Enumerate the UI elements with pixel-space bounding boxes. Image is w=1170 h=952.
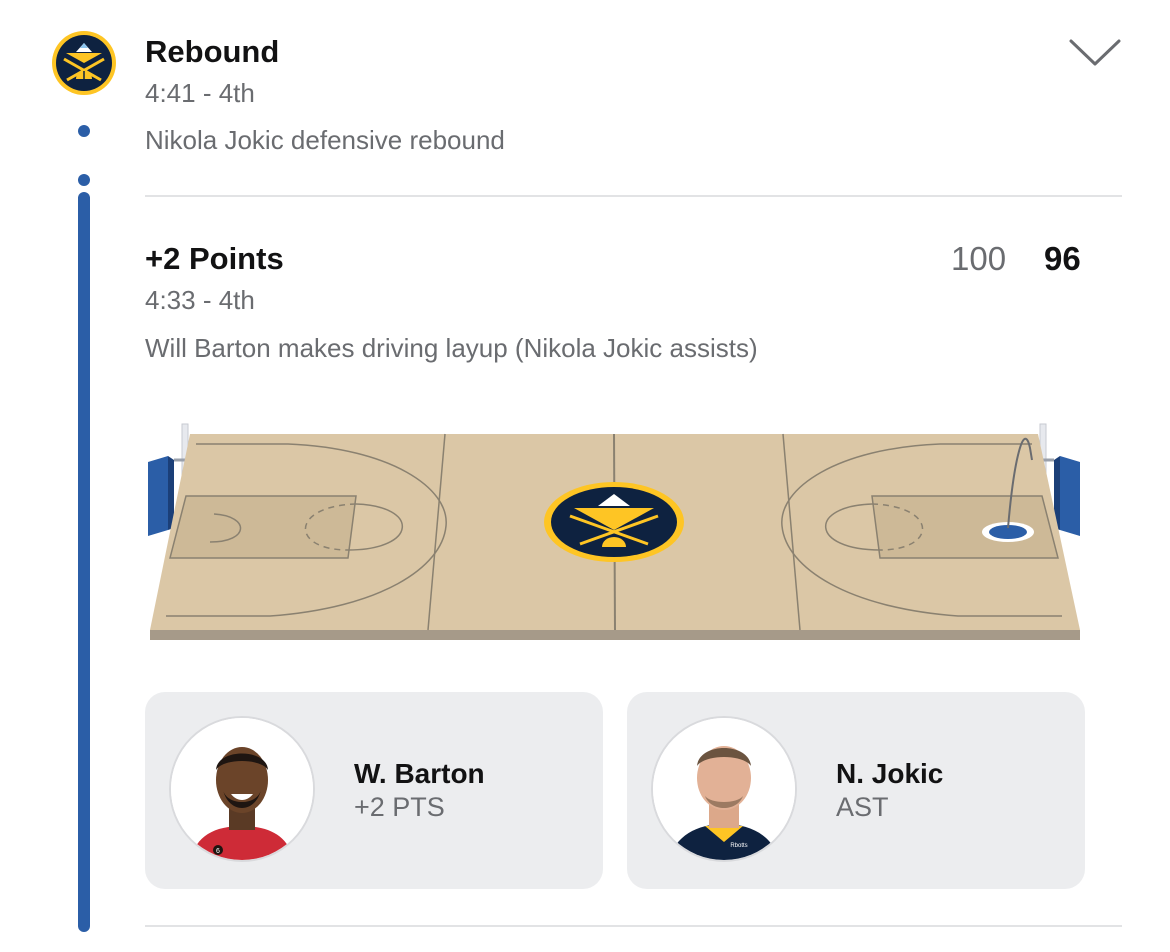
shot-court <box>140 418 1088 650</box>
jersey-number: 6 <box>216 848 220 855</box>
jersey-sponsor: Rbotts <box>730 843 747 849</box>
timeline-bar <box>78 192 90 932</box>
player-card-jokic[interactable]: Rbotts N. Jokic AST <box>627 692 1085 889</box>
player-stat: AST <box>836 792 889 822</box>
event-divider <box>145 925 1122 927</box>
event-title: Rebound <box>145 34 280 69</box>
timeline-dot <box>78 125 90 137</box>
event-divider <box>145 195 1122 197</box>
event-description: Will Barton makes driving layup (Nikola … <box>145 333 758 363</box>
player-stat: +2 PTS <box>354 792 445 822</box>
nuggets-logo-icon <box>51 30 117 96</box>
score-home: 96 <box>1044 240 1081 277</box>
player-avatar: 6 <box>169 716 315 862</box>
chevron-down-icon[interactable] <box>1068 36 1122 68</box>
player-avatar: Rbotts <box>651 716 797 862</box>
timeline-dot <box>78 174 90 186</box>
player-card-barton[interactable]: 6 W. Barton +2 PTS <box>145 692 603 889</box>
event-time: 4:41 - 4th <box>145 78 255 108</box>
event-description: Nikola Jokic defensive rebound <box>145 125 505 155</box>
score-away: 100 <box>951 240 1007 277</box>
event-time: 4:33 - 4th <box>145 285 255 315</box>
player-name: N. Jokic <box>836 758 944 789</box>
player-name: W. Barton <box>354 758 485 789</box>
event-title: +2 Points <box>145 241 284 276</box>
